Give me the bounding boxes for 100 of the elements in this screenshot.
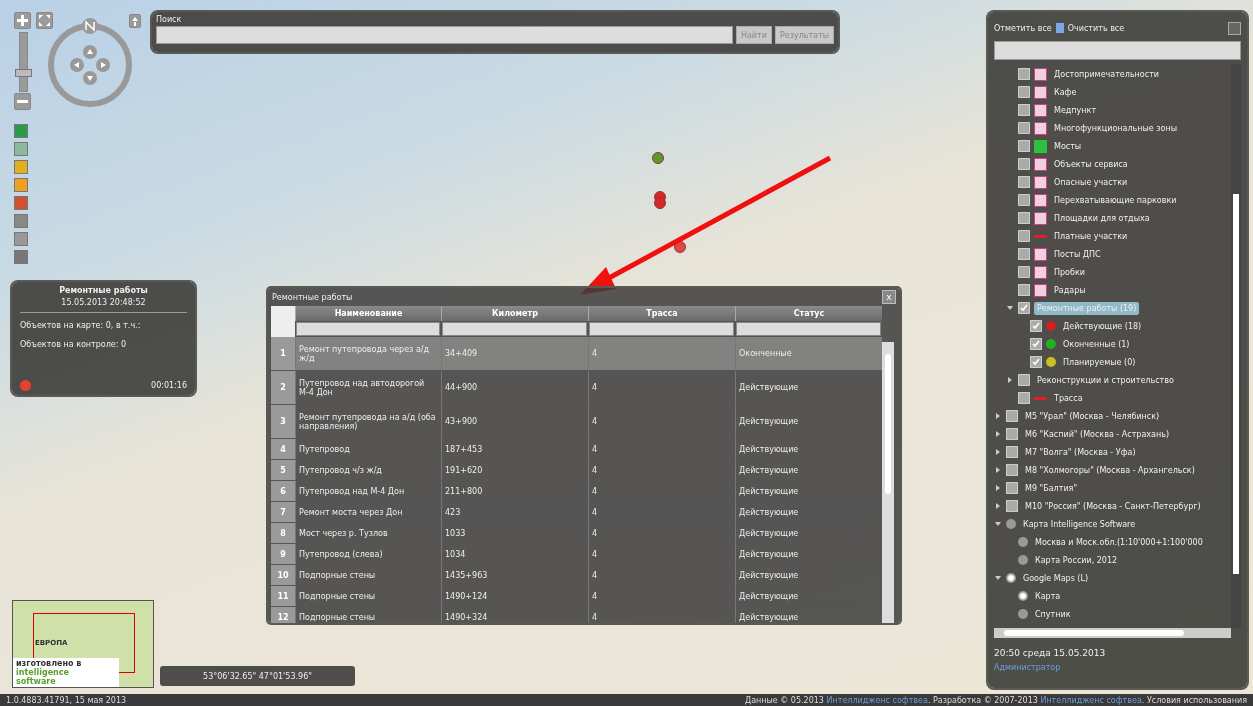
- expander-icon[interactable]: [995, 503, 1001, 509]
- layer-label[interactable]: М10 "Россия" (Москва - Санкт-Петербург): [1022, 499, 1204, 513]
- map-marker[interactable]: [652, 152, 664, 164]
- filter-field[interactable]: [589, 322, 734, 336]
- north-button[interactable]: [129, 14, 141, 28]
- expander-icon[interactable]: [995, 575, 1001, 581]
- slider-thumb[interactable]: [15, 69, 32, 78]
- table-cell[interactable]: Ремонт путепровода на а/д (оба направления): [295, 405, 441, 439]
- layer-label[interactable]: М5 "Урал" (Москва - Челябинск): [1022, 409, 1163, 423]
- checkbox[interactable]: [1018, 248, 1030, 260]
- layer-label[interactable]: М7 "Волга" (Москва - Уфа): [1022, 445, 1139, 459]
- checkbox[interactable]: [1018, 374, 1030, 386]
- checkbox[interactable]: [1018, 266, 1030, 278]
- table-cell[interactable]: Путепровод ч/з ж/д: [295, 460, 441, 481]
- checkbox[interactable]: [1018, 86, 1030, 98]
- minimize-button[interactable]: [1228, 21, 1241, 35]
- layer-label[interactable]: Пробки: [1051, 265, 1088, 279]
- layer-label[interactable]: Реконструкции и строительство: [1034, 373, 1177, 387]
- filter-field[interactable]: [736, 322, 881, 336]
- checkbox[interactable]: [1006, 428, 1018, 440]
- radio-button[interactable]: [1006, 519, 1016, 529]
- checkbox[interactable]: [1006, 500, 1018, 512]
- fullscreen-button[interactable]: [36, 12, 53, 29]
- table-cell[interactable]: Ремонт моста через Дон: [295, 502, 441, 523]
- map-placeholder[interactable]: [0, 0, 1253, 694]
- filter-field[interactable]: [296, 322, 440, 336]
- layer-label[interactable]: Многофункциональные зоны: [1051, 121, 1180, 135]
- checkbox[interactable]: [1018, 68, 1030, 80]
- table-cell[interactable]: 1034: [441, 544, 588, 565]
- table-cell[interactable]: Ремонт путепровода через а/д ж/д: [295, 337, 441, 371]
- table-cell[interactable]: 34+409: [441, 337, 588, 371]
- table-cell[interactable]: Оконченные: [735, 337, 882, 371]
- map-marker[interactable]: [654, 197, 666, 209]
- radio-button[interactable]: [1006, 573, 1016, 583]
- scrollbar[interactable]: [882, 342, 894, 623]
- radio-button[interactable]: [1018, 537, 1028, 547]
- checkbox[interactable]: [1006, 482, 1018, 494]
- table-cell[interactable]: 1490+124: [441, 586, 588, 607]
- table-cell[interactable]: 43+900: [441, 405, 588, 439]
- layer-label[interactable]: Посты ДПС: [1051, 247, 1104, 261]
- close-button[interactable]: x: [882, 290, 896, 304]
- table-cell[interactable]: 1490+324: [441, 607, 588, 623]
- table-cell[interactable]: Путепровод над М-4 Дон: [295, 481, 441, 502]
- checkbox[interactable]: [1018, 284, 1030, 296]
- checkbox[interactable]: [1018, 176, 1030, 188]
- checkbox[interactable]: [1030, 320, 1042, 332]
- checkbox[interactable]: [1030, 338, 1042, 350]
- checkbox[interactable]: [1018, 302, 1030, 314]
- checkbox[interactable]: [1030, 356, 1042, 368]
- layer-label[interactable]: Трасса: [1051, 391, 1086, 405]
- zoom-in-button[interactable]: [14, 12, 31, 29]
- search-field[interactable]: [156, 26, 733, 44]
- layer-label[interactable]: Объекты сервиса: [1051, 157, 1131, 171]
- expander-icon[interactable]: [995, 521, 1001, 527]
- table-cell[interactable]: 4: [588, 481, 735, 502]
- table-cell[interactable]: 4: [588, 439, 735, 460]
- toolbar-icon[interactable]: [14, 232, 28, 246]
- layer-label[interactable]: М8 "Холмогоры" (Москва - Архангельск): [1022, 463, 1198, 477]
- radio-button[interactable]: [1018, 591, 1028, 601]
- table-cell[interactable]: 4: [588, 502, 735, 523]
- checkbox[interactable]: [1018, 212, 1030, 224]
- layer-label[interactable]: Кафе: [1051, 85, 1080, 99]
- check-all-link[interactable]: Отметить все: [994, 23, 1052, 33]
- toolbar-icon[interactable]: [14, 142, 28, 156]
- column-header[interactable]: Статус: [735, 306, 882, 321]
- toolbar-icon[interactable]: [14, 124, 28, 138]
- table-cell[interactable]: 4: [588, 565, 735, 586]
- layer-label[interactable]: Опасные участки: [1051, 175, 1131, 189]
- layer-label[interactable]: Москва и Моск.обл.(1:10'000+1:100'000: [1032, 535, 1206, 549]
- table-cell[interactable]: 4: [588, 544, 735, 565]
- table-cell[interactable]: 4: [588, 460, 735, 481]
- table-cell[interactable]: 1435+963: [441, 565, 588, 586]
- layer-label[interactable]: Мосты: [1051, 139, 1085, 153]
- table-cell[interactable]: 4: [588, 371, 735, 405]
- horizontal-scrollbar[interactable]: [994, 628, 1231, 638]
- table-cell[interactable]: 187+453: [441, 439, 588, 460]
- column-header[interactable]: Наименование: [295, 306, 441, 321]
- layer-label[interactable]: Площадки для отдыха: [1051, 211, 1153, 225]
- checkbox[interactable]: [1018, 194, 1030, 206]
- expander-icon[interactable]: [995, 449, 1001, 455]
- layer-label[interactable]: Карта: [1032, 589, 1064, 603]
- layer-search-field[interactable]: [994, 41, 1241, 60]
- checkbox[interactable]: [1018, 104, 1030, 116]
- layer-label[interactable]: М6 "Каспий" (Москва - Астрахань): [1022, 427, 1172, 441]
- layer-label[interactable]: Действующие (18): [1060, 319, 1145, 333]
- checkbox[interactable]: [1006, 464, 1018, 476]
- layer-label[interactable]: Медпункт: [1051, 103, 1100, 117]
- layer-label[interactable]: Перехватывающие парковки: [1051, 193, 1180, 207]
- table-cell[interactable]: 1033: [441, 523, 588, 544]
- table-cell[interactable]: 4: [588, 523, 735, 544]
- table-cell[interactable]: 4: [588, 607, 735, 623]
- checkbox[interactable]: [1006, 410, 1018, 422]
- checkbox[interactable]: [1018, 158, 1030, 170]
- layer-label[interactable]: Карта России, 2012: [1032, 553, 1121, 567]
- table-cell[interactable]: Путепровод: [295, 439, 441, 460]
- table-cell[interactable]: Мост через р. Тузлов: [295, 523, 441, 544]
- expander-icon[interactable]: [1007, 377, 1013, 383]
- table-cell[interactable]: Подпорные стены: [295, 607, 441, 623]
- checkbox[interactable]: [1018, 230, 1030, 242]
- toolbar-icon[interactable]: [14, 214, 28, 228]
